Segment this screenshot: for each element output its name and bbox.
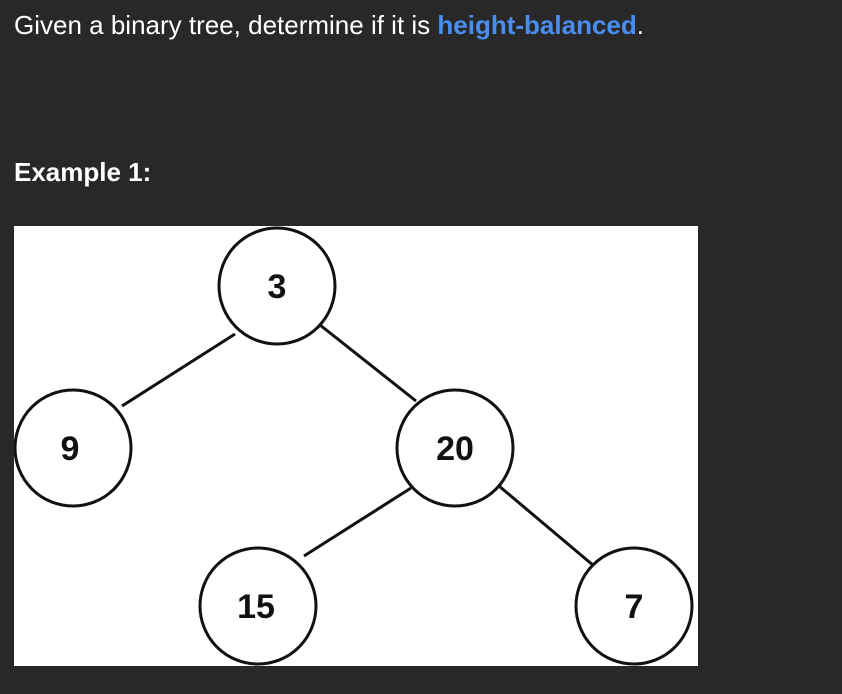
example-heading: Example 1: [14, 157, 152, 187]
tree-edge-3-9 [121, 332, 236, 408]
problem-statement: Given a binary tree, determine if it is … [14, 6, 644, 44]
problem-page: Given a binary tree, determine if it is … [0, 0, 842, 694]
problem-text-after: . [636, 10, 644, 40]
tree-node-label-3: 3 [268, 268, 287, 306]
problem-text-before: Given a binary tree, determine if it is [14, 10, 438, 40]
binary-tree-svg: 3 9 20 15 7 [14, 226, 694, 666]
tree-node-label-20: 20 [436, 430, 474, 468]
tree-node-label-9: 9 [61, 430, 80, 468]
tree-node-label-7: 7 [625, 588, 644, 626]
tree-node-label-15: 15 [237, 588, 275, 626]
tree-edge-20-7 [498, 484, 595, 568]
tree-edge-3-20 [319, 323, 417, 403]
height-balanced-link[interactable]: height-balanced [437, 10, 636, 40]
binary-tree-diagram: 3 9 20 15 7 [14, 226, 698, 666]
tree-edge-20-15 [303, 486, 412, 558]
